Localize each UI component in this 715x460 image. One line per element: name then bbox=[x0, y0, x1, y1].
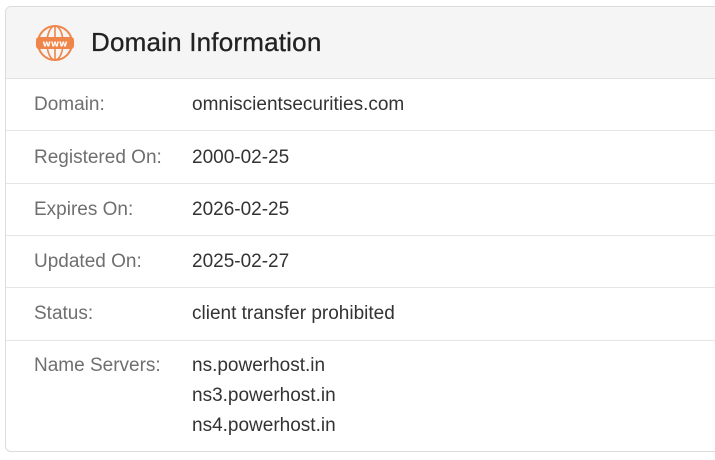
name-server-item: ns4.powerhost.in bbox=[192, 415, 336, 436]
row-expires-on: Expires On: 2026-02-25 bbox=[6, 184, 715, 236]
updated-on-value: 2025-02-27 bbox=[192, 251, 290, 272]
row-domain: Domain: omniscientsecurities.com bbox=[6, 79, 715, 131]
card-title: Domain Information bbox=[91, 27, 322, 57]
name-server-item: ns3.powerhost.in bbox=[192, 385, 336, 406]
row-updated-on: Updated On: 2025-02-27 bbox=[6, 236, 715, 288]
updated-on-label: Updated On: bbox=[34, 251, 142, 272]
domain-information-card: www Domain Information Domain: omniscien… bbox=[5, 6, 715, 452]
row-registered-on: Registered On: 2000-02-25 bbox=[6, 131, 715, 184]
domain-label: Domain: bbox=[34, 94, 105, 115]
name-servers-label: Name Servers: bbox=[34, 355, 161, 376]
card-header: www Domain Information bbox=[6, 7, 715, 79]
expires-on-value: 2026-02-25 bbox=[192, 199, 290, 220]
registered-on-value: 2000-02-25 bbox=[192, 147, 290, 168]
row-status: Status: client transfer prohibited bbox=[6, 288, 715, 341]
row-name-servers: Name Servers: ns.powerhost.in ns3.powerh… bbox=[6, 341, 715, 451]
status-value: client transfer prohibited bbox=[192, 303, 395, 324]
registered-on-label: Registered On: bbox=[34, 147, 162, 168]
name-server-item: ns.powerhost.in bbox=[192, 355, 326, 376]
name-servers-list: ns.powerhost.in ns3.powerhost.in ns4.pow… bbox=[192, 351, 336, 451]
domain-value: omniscientsecurities.com bbox=[192, 94, 405, 115]
status-label: Status: bbox=[34, 303, 94, 324]
domain-details-list: Domain: omniscientsecurities.com Registe… bbox=[6, 79, 715, 451]
svg-text:www: www bbox=[43, 39, 68, 49]
www-globe-icon: www bbox=[35, 23, 75, 63]
expires-on-label: Expires On: bbox=[34, 199, 134, 220]
